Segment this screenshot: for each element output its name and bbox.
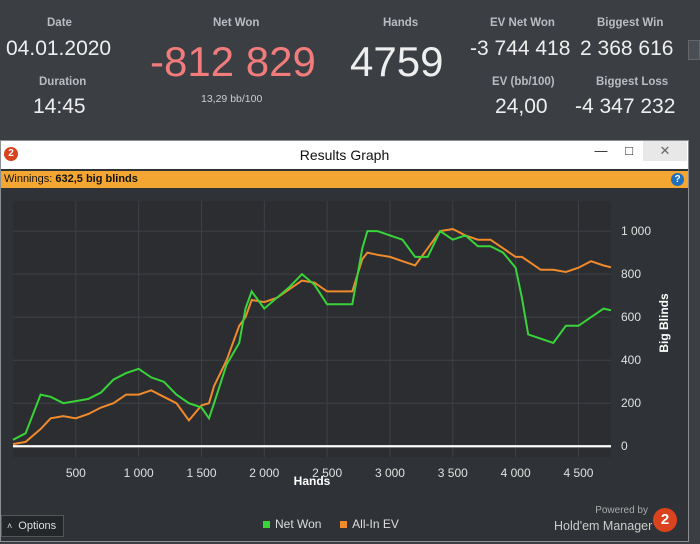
net-won-label: Net Won — [213, 17, 260, 29]
y-tick-label: 200 — [621, 396, 641, 410]
x-tick-label: 4 500 — [563, 466, 593, 480]
y-tick-label: 800 — [621, 267, 641, 281]
winnings-text: Winnings: 632,5 big blinds — [4, 171, 138, 188]
results-graph-window: 2 Results Graph — □ ✕ Winnings: 632,5 bi… — [0, 140, 689, 542]
ev-bb-per-100-value: 24,00 — [495, 95, 548, 118]
biggest-win-label: Biggest Win — [597, 17, 664, 29]
winnings-label: Winnings: — [4, 173, 53, 185]
brand-name: Hold'em Manager — [554, 519, 653, 533]
maximize-button[interactable]: □ — [615, 141, 643, 161]
panel-scrollbar[interactable] — [688, 40, 700, 60]
legend-swatch-allin-ev — [340, 521, 348, 529]
window-title: Results Graph — [299, 147, 390, 163]
window-titlebar[interactable]: 2 Results Graph — □ ✕ — [1, 141, 688, 169]
biggest-loss-value: -4 347 232 — [575, 95, 676, 118]
net-won-value: -812 829 — [150, 38, 316, 85]
ev-net-won-label: EV Net Won — [490, 17, 555, 29]
chart-plot-area — [13, 201, 611, 457]
duration-value: 14:45 — [33, 95, 86, 118]
x-tick-label: 2 000 — [249, 466, 279, 480]
session-stats-panel: Date 04.01.2020 Duration 14:45 Net Won -… — [0, 0, 700, 140]
ev-net-won-value: -3 744 418 — [470, 37, 571, 60]
y-axis-ticks: 0 200 400 600 800 1 000 — [621, 224, 651, 453]
legend-label-net-won: Net Won — [275, 517, 322, 531]
winnings-bar: Winnings: 632,5 big blinds ? — [1, 171, 688, 188]
date-label: Date — [47, 17, 72, 29]
x-tick-label: 3 000 — [375, 466, 405, 480]
x-tick-label: 1 500 — [186, 466, 216, 480]
options-label: Options — [18, 520, 57, 532]
help-icon[interactable]: ? — [671, 173, 684, 186]
ev-bb-per-100-label: EV (bb/100) — [492, 76, 555, 88]
x-tick-label: 500 — [66, 466, 86, 480]
net-won-bb-per-100: 13,29 bb/100 — [201, 93, 263, 105]
hands-value: 4759 — [350, 38, 444, 85]
winnings-value: 632,5 big blinds — [55, 173, 138, 185]
chevron-up-icon: ˄ — [7, 521, 13, 531]
hands-label: Hands — [383, 17, 419, 29]
legend-item-net-won[interactable]: Net Won — [263, 517, 321, 531]
minimize-button[interactable]: — — [587, 141, 615, 161]
biggest-loss-label: Biggest Loss — [596, 76, 669, 88]
results-chart: 500 1 000 1 500 2 000 2 500 3 000 3 500 4 000 4 … — [12, 201, 671, 488]
y-tick-label: 600 — [621, 310, 641, 324]
legend-item-allin-ev[interactable]: All-In EV — [340, 517, 399, 531]
close-button[interactable]: ✕ — [643, 141, 687, 161]
y-tick-label: 1 000 — [621, 224, 651, 238]
x-tick-label: 3 500 — [438, 466, 468, 480]
window-footer: ˄ Options Net Won All-In EV Powered by Ho… — [1, 505, 688, 541]
biggest-win-value: 2 368 616 — [580, 37, 674, 60]
duration-label: Duration — [39, 76, 87, 88]
hm-brand-logo-icon: 2 — [653, 508, 677, 532]
chart-legend: Net Won All-In EV — [263, 517, 399, 531]
legend-label-allin-ev: All-In EV — [352, 517, 399, 531]
y-tick-label: 400 — [621, 353, 641, 367]
y-axis-label: Big Blinds — [657, 293, 671, 353]
y-tick-label: 0 — [621, 439, 628, 453]
options-button[interactable]: ˄ Options — [1, 515, 64, 537]
date-value: 04.01.2020 — [6, 37, 112, 60]
powered-by-text: Powered by — [595, 505, 648, 516]
x-tick-label: 1 000 — [124, 466, 154, 480]
legend-swatch-net-won — [263, 521, 270, 529]
x-axis-label: Hands — [294, 474, 331, 488]
x-tick-label: 4 000 — [501, 466, 531, 480]
